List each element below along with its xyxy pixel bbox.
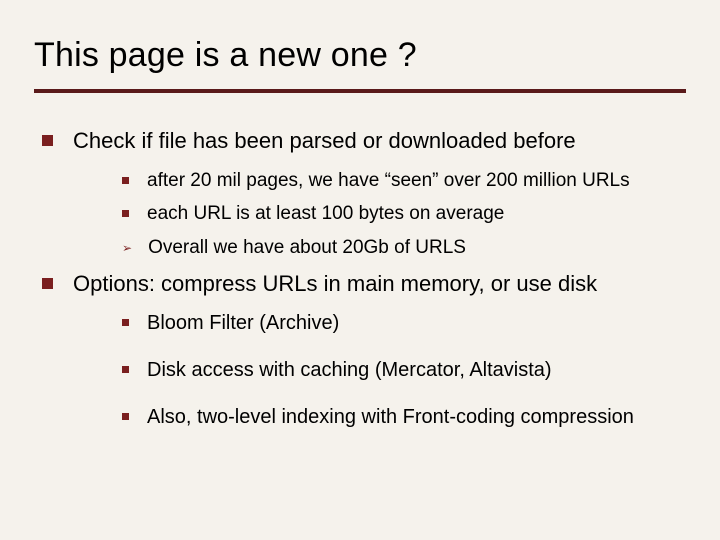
bullet-list: Options: compress URLs in main memory, o… xyxy=(42,270,686,298)
list-item-text: each URL is at least 100 bytes on averag… xyxy=(147,202,504,226)
list-item-text: Overall we have about 20Gb of URLS xyxy=(148,236,466,260)
square-bullet-icon xyxy=(42,135,53,146)
list-item: after 20 mil pages, we have “seen” over … xyxy=(122,169,686,193)
sub-bullet-list: Bloom Filter (Archive) Disk access with … xyxy=(122,311,686,430)
list-item: ➢ Overall we have about 20Gb of URLS xyxy=(122,236,686,260)
sub-bullet-list: after 20 mil pages, we have “seen” over … xyxy=(122,169,686,260)
square-bullet-icon xyxy=(42,278,53,289)
title-underline xyxy=(34,89,686,93)
list-item: Also, two-level indexing with Front-codi… xyxy=(122,405,686,430)
list-item-text: Disk access with caching (Mercator, Alta… xyxy=(147,358,552,383)
list-item: Check if file has been parsed or downloa… xyxy=(42,127,686,155)
square-bullet-icon xyxy=(122,319,129,326)
list-item: Bloom Filter (Archive) xyxy=(122,311,686,336)
arrow-bullet-icon: ➢ xyxy=(122,242,132,254)
list-item-text: Bloom Filter (Archive) xyxy=(147,311,339,336)
square-bullet-icon xyxy=(122,366,129,373)
list-item-text: Check if file has been parsed or downloa… xyxy=(73,127,576,155)
list-item-text: Options: compress URLs in main memory, o… xyxy=(73,270,597,298)
slide-title: This page is a new one ? xyxy=(34,36,686,75)
square-bullet-icon xyxy=(122,413,129,420)
square-bullet-icon xyxy=(122,210,129,217)
list-item: Options: compress URLs in main memory, o… xyxy=(42,270,686,298)
list-item: each URL is at least 100 bytes on averag… xyxy=(122,202,686,226)
bullet-list: Check if file has been parsed or downloa… xyxy=(42,127,686,155)
list-item-text: after 20 mil pages, we have “seen” over … xyxy=(147,169,630,193)
list-item-text: Also, two-level indexing with Front-codi… xyxy=(147,405,634,430)
slide: This page is a new one ? Check if file h… xyxy=(0,0,720,540)
list-item: Disk access with caching (Mercator, Alta… xyxy=(122,358,686,383)
square-bullet-icon xyxy=(122,177,129,184)
